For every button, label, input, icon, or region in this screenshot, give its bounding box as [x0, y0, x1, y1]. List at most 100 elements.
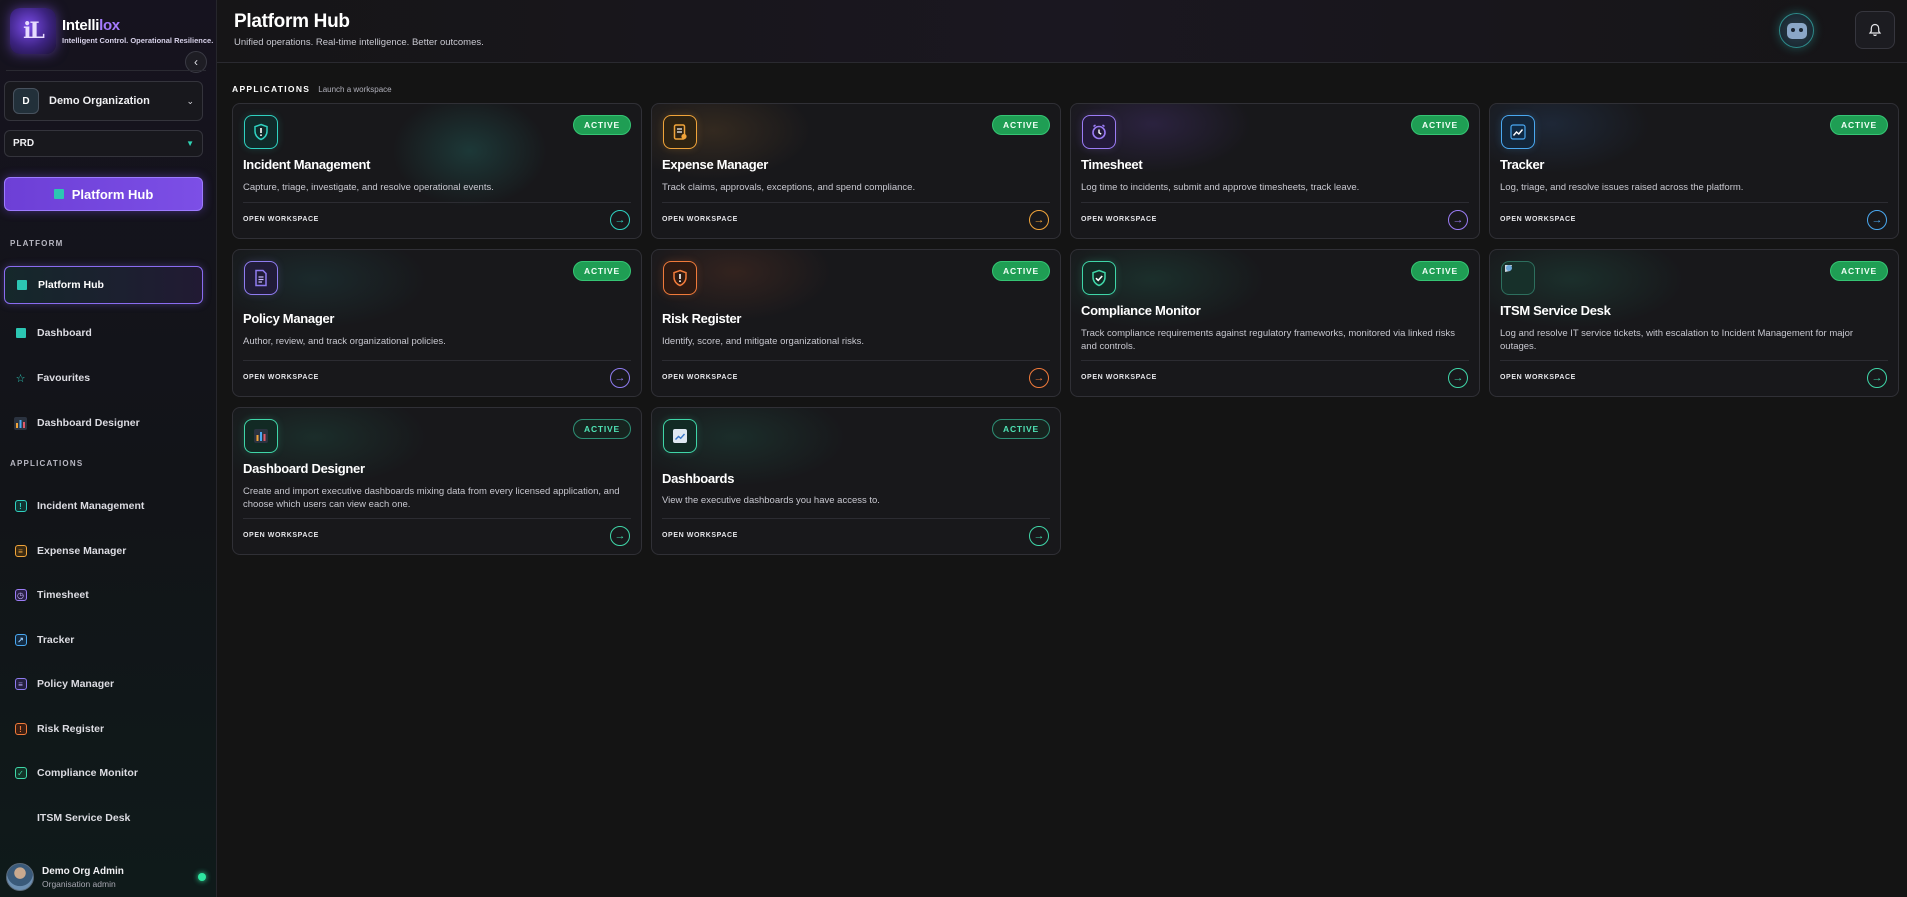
sidebar-item-label: Compliance Monitor: [37, 767, 138, 779]
trend-chart-icon: [1501, 115, 1535, 149]
card-description: Log time to incidents, submit and approv…: [1081, 182, 1360, 193]
organization-select[interactable]: D Demo Organization ⌄: [4, 81, 203, 121]
app-card-incident-management[interactable]: ACTIVE Incident Management Capture, tria…: [232, 103, 642, 239]
sidebar-item-itsm-service-desk[interactable]: ITSM Service Desk: [4, 799, 203, 837]
open-workspace-button[interactable]: →: [1867, 368, 1887, 388]
bar-chart-icon: [244, 419, 278, 453]
online-status-icon: [198, 873, 206, 881]
status-badge: ACTIVE: [1830, 261, 1888, 281]
open-workspace-button[interactable]: →: [1867, 210, 1887, 230]
user-profile[interactable]: Demo Org Admin Organisation admin: [6, 863, 206, 891]
shield-check-icon: ✓: [14, 767, 27, 780]
app-card-dashboards[interactable]: ACTIVE Dashboards View the executive das…: [651, 407, 1061, 555]
open-workspace-button[interactable]: →: [1029, 210, 1049, 230]
open-workspace-link[interactable]: OPEN WORKSPACE: [662, 374, 738, 381]
divider: [6, 70, 206, 71]
open-workspace-link[interactable]: OPEN WORKSPACE: [662, 216, 738, 223]
open-workspace-link[interactable]: OPEN WORKSPACE: [662, 532, 738, 539]
sidebar-item-dashboard[interactable]: Dashboard: [4, 314, 203, 352]
shield-alert-icon: !: [14, 723, 27, 736]
open-workspace-link[interactable]: OPEN WORKSPACE: [1081, 216, 1157, 223]
card-description: Log, triage, and resolve issues raised a…: [1500, 182, 1744, 193]
arrow-right-icon: →: [1033, 372, 1045, 384]
divider: [1081, 360, 1469, 361]
brand-tagline: Intelligent Control. Operational Resilie…: [62, 36, 214, 45]
sidebar-item-expense-manager[interactable]: ≡ Expense Manager: [4, 532, 203, 570]
status-badge: ACTIVE: [573, 261, 631, 281]
sidebar-item-favourites[interactable]: ☆ Favourites: [4, 359, 203, 397]
divider: [1081, 202, 1469, 203]
open-workspace-link[interactable]: OPEN WORKSPACE: [243, 374, 319, 381]
sidebar: iL Intellilox Intelligent Control. Opera…: [0, 0, 217, 897]
clock-icon: [1082, 115, 1116, 149]
chevron-down-icon: ⌄: [186, 95, 194, 106]
sidebar-item-compliance-monitor[interactable]: ✓ Compliance Monitor: [4, 754, 203, 792]
open-workspace-button[interactable]: →: [610, 368, 630, 388]
app-card-expense-manager[interactable]: ACTIVE Expense Manager Track claims, app…: [651, 103, 1061, 239]
open-workspace-button[interactable]: →: [1029, 526, 1049, 546]
arrow-right-icon: →: [1452, 214, 1464, 226]
open-workspace-button[interactable]: →: [1448, 368, 1468, 388]
app-card-risk-register[interactable]: ACTIVE Risk Register Identify, score, an…: [651, 249, 1061, 397]
open-workspace-button[interactable]: →: [1029, 368, 1049, 388]
chevron-left-icon: ‹: [194, 55, 198, 69]
sidebar-item-label: Timesheet: [37, 589, 89, 601]
sidebar-item-risk-register[interactable]: ! Risk Register: [4, 710, 203, 748]
page-header: Platform Hub Unified operations. Real-ti…: [217, 0, 1907, 63]
app-card-compliance-monitor[interactable]: ACTIVE Compliance Monitor Track complian…: [1070, 249, 1480, 397]
status-badge: ACTIVE: [573, 419, 631, 439]
brand[interactable]: iL Intellilox Intelligent Control. Opera…: [10, 8, 213, 54]
main-content: Platform Hub Unified operations. Real-ti…: [217, 0, 1907, 897]
org-badge: D: [13, 88, 39, 114]
notifications-button[interactable]: [1855, 11, 1895, 49]
user-name: Demo Org Admin: [42, 865, 124, 877]
page-title: Platform Hub: [234, 11, 350, 32]
app-card-tracker[interactable]: ACTIVE Tracker Log, triage, and resolve …: [1489, 103, 1899, 239]
card-title: Dashboard Designer: [243, 461, 365, 476]
avatar: [6, 863, 34, 891]
open-workspace-button[interactable]: →: [610, 526, 630, 546]
open-workspace-link[interactable]: OPEN WORKSPACE: [1500, 374, 1576, 381]
sidebar-item-label: Expense Manager: [37, 545, 127, 557]
card-title: ITSM Service Desk: [1500, 303, 1611, 318]
environment-select[interactable]: PRD ▼: [4, 130, 203, 157]
open-workspace-link[interactable]: OPEN WORKSPACE: [243, 216, 319, 223]
grid-square-icon: [15, 279, 28, 292]
divider: [662, 202, 1050, 203]
open-workspace-link[interactable]: OPEN WORKSPACE: [1081, 374, 1157, 381]
open-workspace-button[interactable]: →: [1448, 210, 1468, 230]
sidebar-item-timesheet[interactable]: ◷ Timesheet: [4, 576, 203, 614]
arrow-right-icon: →: [1033, 214, 1045, 226]
arrow-right-icon: →: [614, 372, 626, 384]
section-label-applications: APPLICATIONS: [10, 459, 84, 468]
app-card-itsm-service-desk[interactable]: ACTIVE ITSM Service Desk Log and resolve…: [1489, 249, 1899, 397]
open-workspace-link[interactable]: OPEN WORKSPACE: [243, 532, 319, 539]
assistant-bot-button[interactable]: [1779, 13, 1814, 48]
sidebar-item-label: ITSM Service Desk: [37, 812, 131, 824]
app-card-policy-manager[interactable]: ACTIVE Policy Manager Author, review, an…: [232, 249, 642, 397]
status-badge: ACTIVE: [992, 419, 1050, 439]
shield-alert-icon: [244, 115, 278, 149]
chevron-down-icon: ▼: [186, 139, 194, 148]
app-card-dashboard-designer[interactable]: ACTIVE Dashboard Designer Create and imp…: [232, 407, 642, 555]
sidebar-item-tracker[interactable]: ↗ Tracker: [4, 621, 203, 659]
arrow-right-icon: →: [1871, 372, 1883, 384]
sidebar-item-label: Incident Management: [37, 500, 145, 512]
open-workspace-button[interactable]: →: [610, 210, 630, 230]
arrow-right-icon: →: [1871, 214, 1883, 226]
app-card-timesheet[interactable]: ACTIVE Timesheet Log time to incidents, …: [1070, 103, 1480, 239]
card-description: Track compliance requirements against re…: [1081, 328, 1455, 352]
open-workspace-link[interactable]: OPEN WORKSPACE: [1500, 216, 1576, 223]
sidebar-item-policy-manager[interactable]: ≡ Policy Manager: [4, 665, 203, 703]
platform-hub-button[interactable]: Platform Hub: [4, 177, 203, 211]
card-title: Policy Manager: [243, 311, 335, 326]
brand-name: Intellilox: [62, 17, 120, 34]
sidebar-item-platform-hub[interactable]: Platform Hub: [4, 266, 203, 304]
org-name: Demo Organization: [49, 95, 150, 107]
shield-alert-icon: !: [14, 500, 27, 513]
arrow-right-icon: →: [1033, 530, 1045, 542]
sidebar-item-dashboard-designer[interactable]: Dashboard Designer: [4, 404, 203, 442]
bar-chart-icon: [14, 416, 27, 430]
sidebar-item-incident-management[interactable]: ! Incident Management: [4, 487, 203, 525]
grid-square-icon: [53, 189, 64, 199]
